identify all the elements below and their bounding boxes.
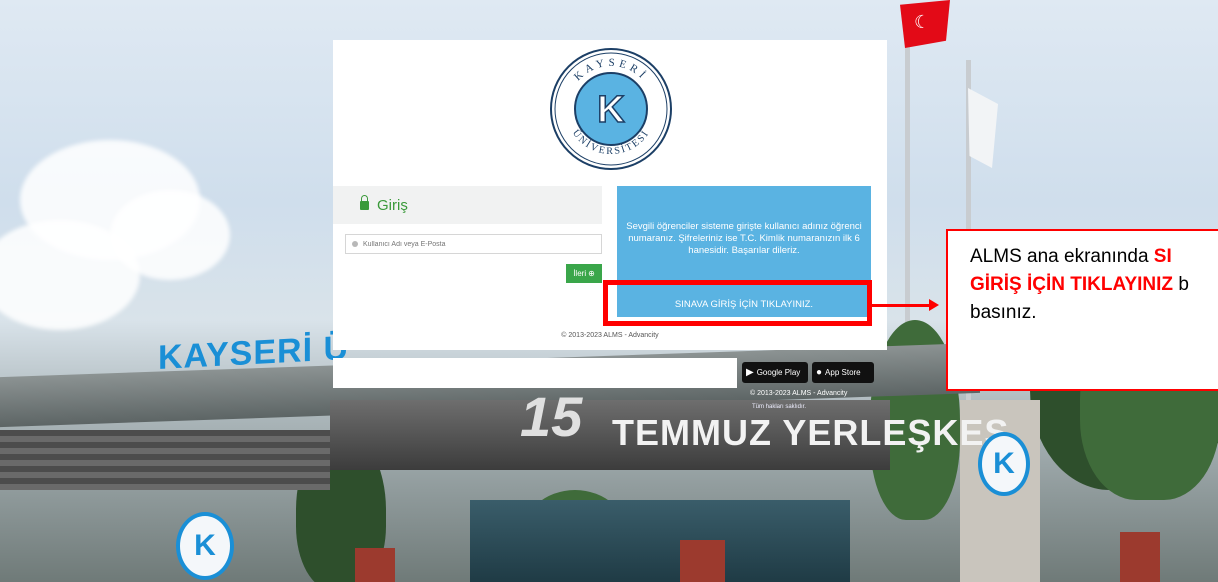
university-crest [176, 512, 234, 580]
info-message: Sevgili öğrenciler sisteme girişte kulla… [626, 220, 862, 256]
callout-text: ALMS ana ekranında [970, 246, 1154, 267]
footer-copyright: © 2013-2023 ALMS - Advancity [750, 390, 848, 397]
google-play-badge[interactable]: ▶ Google Play [742, 362, 808, 383]
app-store-label: App Store [825, 368, 861, 377]
campus-sign-15: 15 [520, 385, 583, 448]
building-glass-facade [470, 500, 850, 582]
app-store-badge[interactable]: ● App Store [812, 362, 874, 383]
building-roof [0, 430, 330, 490]
callout-highlight: SI [1153, 246, 1172, 267]
callout-line-2: GİRİŞ İÇİN TIKLAYINIZ b [970, 271, 1218, 299]
logo-letter: K [597, 89, 625, 131]
card-copyright: © 2013-2023 ALMS - Advancity [561, 332, 659, 339]
login-header: Giriş [333, 186, 602, 224]
university-crest [978, 432, 1030, 496]
turkish-flag: ☾ [900, 0, 950, 48]
info-message-box: Sevgili öğrenciler sisteme girişte kulla… [617, 186, 871, 291]
username-input[interactable] [363, 240, 583, 248]
brick-pillar [355, 548, 395, 582]
callout-highlight: GİRİŞ İÇİN TIKLAYINIZ [970, 274, 1174, 295]
next-button[interactable]: İleri ⊕ [566, 264, 602, 283]
brick-pillar [680, 540, 725, 582]
google-play-label: Google Play [756, 368, 801, 377]
footer-strip [333, 358, 737, 388]
arrow-right-circle-icon: ⊕ [588, 269, 595, 278]
arrow-head-icon [929, 299, 939, 311]
login-card: KAYSERİ ÜNİVERSİTESİ K Giriş İleri ⊕ Sev… [333, 40, 887, 350]
apple-icon: ● [816, 367, 823, 378]
footer-rights: Tüm hakları saklıdır. [752, 404, 807, 410]
brick-pillar [1120, 532, 1160, 582]
exam-button-highlight-box [603, 280, 872, 326]
callout-text: b [1173, 274, 1189, 295]
callout-line-3: basınız. [970, 302, 1037, 323]
username-field-wrapper [345, 234, 602, 254]
callout-line-1: ALMS ana ekranında SI [970, 243, 1218, 271]
user-icon [352, 241, 358, 247]
lock-icon [360, 194, 369, 210]
next-button-label: İleri [573, 269, 587, 278]
kayseri-university-logo: KAYSERİ ÜNİVERSİTESİ K [550, 48, 672, 170]
play-icon: ▶ [746, 367, 754, 378]
instruction-callout: ALMS ana ekranında SI GİRİŞ İÇİN TIKLAYI… [946, 229, 1218, 391]
campus-sign-temmuz: TEMMUZ YERLEŞKES [612, 412, 1010, 453]
login-title: Giriş [377, 196, 408, 214]
annotation-arrow [871, 304, 931, 307]
cloud [110, 190, 230, 280]
